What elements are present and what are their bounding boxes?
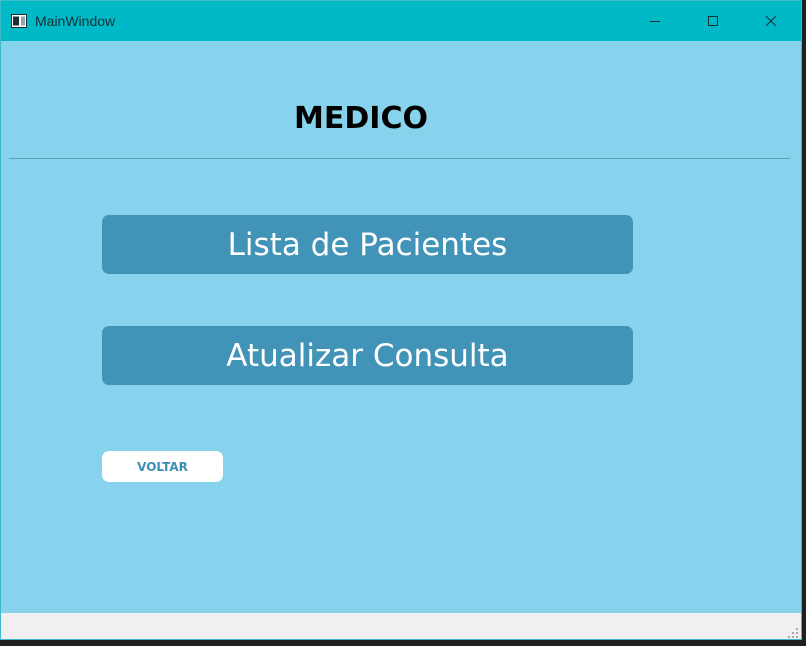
- minimize-button[interactable]: [626, 1, 684, 41]
- close-icon: [765, 15, 777, 27]
- resize-grip-icon[interactable]: [787, 627, 799, 639]
- main-window: MainWindow MEDICO Lista de Pacientes Atu…: [0, 0, 802, 640]
- minimize-icon: [650, 21, 660, 22]
- maximize-icon: [708, 16, 718, 26]
- window-title: MainWindow: [35, 13, 116, 29]
- title-bar[interactable]: MainWindow: [1, 1, 801, 41]
- voltar-button[interactable]: VOLTAR: [102, 451, 223, 482]
- main-content: MEDICO Lista de Pacientes Atualizar Cons…: [1, 41, 801, 613]
- maximize-button[interactable]: [684, 1, 742, 41]
- app-window-icon: [11, 14, 27, 28]
- lista-pacientes-button[interactable]: Lista de Pacientes: [102, 215, 633, 274]
- close-button[interactable]: [742, 1, 800, 41]
- status-bar: [1, 613, 801, 639]
- page-title: MEDICO: [294, 101, 428, 136]
- atualizar-consulta-button[interactable]: Atualizar Consulta: [102, 326, 633, 385]
- divider-line: [9, 158, 790, 159]
